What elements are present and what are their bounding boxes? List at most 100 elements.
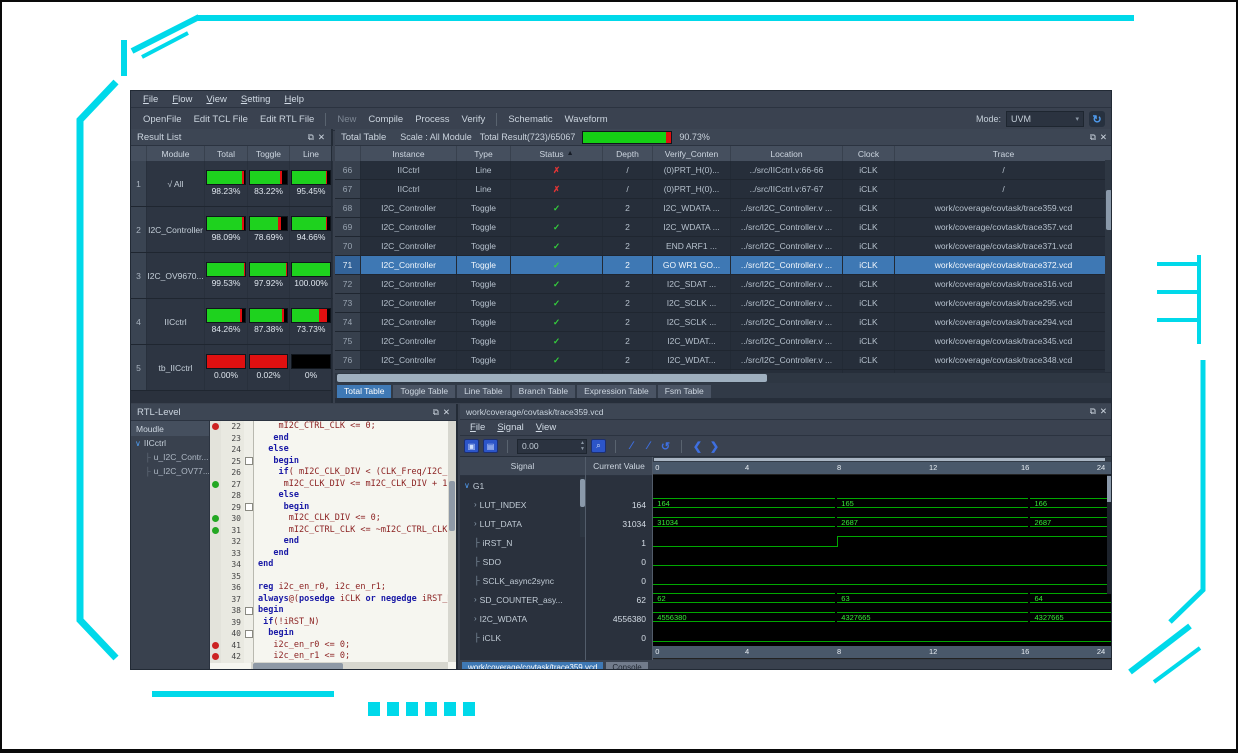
zoom-out-icon[interactable]: ∕ (642, 440, 655, 452)
toolbar-button-verify[interactable]: Verify (456, 112, 492, 127)
table-row[interactable]: 5tb_IICctrl0.00%0.02%0% (131, 345, 331, 391)
table-row[interactable]: 67IICctrlLine✗/(0)PRT_H(0)...../src/IICc… (335, 180, 1112, 199)
wave-menu-item-signal[interactable]: Signal (491, 422, 529, 433)
signal-row[interactable]: ├iCLK (460, 628, 585, 647)
wave-hscrollbar-bottom[interactable] (653, 659, 1112, 660)
close-icon[interactable]: ✕ (1100, 132, 1107, 143)
menu-item-file[interactable]: File (137, 94, 164, 105)
table-row[interactable]: 75I2C_ControllerToggle✓2I2C_WDAT...../sr… (335, 332, 1112, 351)
column-header-type[interactable]: Type (457, 146, 511, 161)
toolbar-button-edit-rtl-file[interactable]: Edit RTL File (254, 112, 320, 127)
result-col-module[interactable]: Module (147, 146, 205, 161)
column-header-status[interactable]: Status▲ (511, 146, 603, 161)
toolbar-button-compile[interactable]: Compile (362, 112, 409, 127)
fold-icon[interactable] (245, 503, 253, 511)
wave-tab-console[interactable]: Console (606, 662, 647, 670)
float-icon[interactable]: ⧉ (1090, 132, 1096, 143)
result-col-toggle[interactable]: Toggle (248, 146, 290, 161)
menu-item-view[interactable]: View (200, 94, 232, 105)
cursor-time-spinner[interactable]: 0.00 ▲▼ (517, 439, 587, 454)
table-row[interactable]: 4IICctrl84.26%87.38%73.73% (131, 299, 331, 345)
float-icon[interactable]: ⧉ (308, 132, 314, 143)
table-row[interactable]: 3I2C_OV9670...99.53%97.92%100.00% (131, 253, 331, 299)
column-header-clock[interactable]: Clock (843, 146, 895, 161)
table-row[interactable]: 72I2C_ControllerToggle✓2I2C_SDAT ...../s… (335, 275, 1112, 294)
toolbar-button-openfile[interactable]: OpenFile (137, 112, 188, 127)
expand-icon[interactable]: › (474, 500, 477, 509)
toolbar-button-new[interactable]: New (331, 112, 362, 127)
save-icon[interactable]: ▤ (483, 439, 498, 453)
menu-item-flow[interactable]: Flow (166, 94, 198, 105)
fold-icon[interactable] (245, 457, 253, 465)
wave-vscrollbar[interactable] (1107, 474, 1112, 594)
float-icon[interactable]: ⧉ (433, 407, 439, 418)
expand-icon[interactable]: › (474, 595, 477, 604)
fold-icon[interactable] (245, 630, 253, 638)
code-hscrollbar[interactable] (251, 662, 448, 670)
menu-item-setting[interactable]: Setting (235, 94, 277, 105)
tab-line-table[interactable]: Line Table (457, 385, 510, 398)
signal-row[interactable]: ›SD_COUNTER_asy... (460, 590, 585, 609)
tree-item-iicctrl[interactable]: ∨IICctrl (131, 436, 209, 450)
total-table-vscrollbar[interactable] (1105, 160, 1112, 372)
tree-item-ui2cov77[interactable]: ├u_I2C_OV77... (131, 464, 209, 478)
code-vscrollbar[interactable] (448, 421, 456, 662)
table-row[interactable]: 1√ All98.23%83.22%95.45% (131, 161, 331, 207)
column-header-location[interactable]: Location (731, 146, 843, 161)
close-icon[interactable]: ✕ (318, 132, 325, 143)
signal-row[interactable]: ├SCLK_async2sync (460, 571, 585, 590)
signal-row[interactable]: ›LUT_DATA (460, 514, 585, 533)
float-icon[interactable]: ⧉ (1090, 406, 1096, 417)
expand-icon[interactable]: › (474, 614, 477, 623)
expand-icon[interactable]: ∨ (135, 439, 141, 448)
total-table-hscrollbar[interactable] (335, 373, 1112, 383)
table-row[interactable]: 66IICctrlLine✗/(0)PRT_H(0)...../src/IICc… (335, 161, 1112, 180)
column-header-instance[interactable]: Instance (361, 146, 457, 161)
signal-row[interactable]: ›LUT_INDEX (460, 495, 585, 514)
column-header-trace[interactable]: Trace (895, 146, 1112, 161)
toolbar-button-process[interactable]: Process (409, 112, 455, 127)
prev-edge-icon[interactable]: ❮ (691, 440, 704, 452)
menu-item-help[interactable]: Help (278, 94, 310, 105)
toolbar-button-schematic[interactable]: Schematic (502, 112, 558, 127)
tab-expression-table[interactable]: Expression Table (577, 385, 656, 398)
signal-row[interactable]: ∨G1 (460, 476, 585, 495)
table-row[interactable]: 76I2C_ControllerToggle✓2I2C_WDAT...../sr… (335, 351, 1112, 370)
wave-menu-item-file[interactable]: File (464, 422, 491, 433)
tab-branch-table[interactable]: Branch Table (512, 385, 575, 398)
toolbar-button-waveform[interactable]: Waveform (559, 112, 614, 127)
open-icon[interactable]: ▣ (464, 439, 479, 453)
zoom-fit-icon[interactable]: ↺ (659, 440, 672, 452)
close-icon[interactable]: ✕ (1100, 406, 1107, 417)
tab-fsm-table[interactable]: Fsm Table (658, 385, 711, 398)
mode-select[interactable]: UVM ▾ (1006, 111, 1084, 127)
wave-tab-vcd[interactable]: work/coverage/covtask/trace359.vcd (462, 662, 603, 670)
signal-row[interactable]: ├SDO (460, 552, 585, 571)
table-row[interactable]: 74I2C_ControllerToggle✓2I2C_SCLK ...../s… (335, 313, 1112, 332)
tree-item-ui2ccontr[interactable]: ├u_I2C_Contr... (131, 450, 209, 464)
expand-icon[interactable]: ∨ (464, 481, 470, 490)
signal-vscrollbar[interactable] (580, 477, 585, 537)
wave-canvas[interactable]: 048121624 164165166310342687268762636445… (653, 457, 1112, 660)
toolbar-button-edit-tcl-file[interactable]: Edit TCL File (188, 112, 254, 127)
close-icon[interactable]: ✕ (443, 407, 450, 418)
fold-icon[interactable] (245, 607, 253, 615)
column-header-verify_conten[interactable]: Verify_Conten (653, 146, 731, 161)
table-row[interactable]: 70I2C_ControllerToggle✓2END ARF1 ...../s… (335, 237, 1112, 256)
result-col-line[interactable]: Line (290, 146, 333, 161)
signal-row[interactable]: ›I2C_WDATA (460, 609, 585, 628)
column-header-depth[interactable]: Depth (603, 146, 653, 161)
wave-menu-item-view[interactable]: View (530, 422, 562, 433)
search-icon[interactable]: ⌕ (591, 439, 606, 453)
expand-icon[interactable]: › (474, 519, 477, 528)
table-row[interactable]: 68I2C_ControllerToggle✓2I2C_WDATA ...../… (335, 199, 1112, 218)
zoom-in-icon[interactable]: ∕ (625, 440, 638, 452)
table-row[interactable]: 71I2C_ControllerToggle✓2GO WR1 GO...../s… (335, 256, 1112, 275)
result-col-total[interactable]: Total (205, 146, 248, 161)
refresh-icon[interactable]: ↻ (1089, 111, 1105, 127)
tab-total-table[interactable]: Total Table (337, 385, 391, 398)
table-row[interactable]: 69I2C_ControllerToggle✓2I2C_WDATA ...../… (335, 218, 1112, 237)
table-row[interactable]: 2I2C_Controller98.09%78.69%94.66% (131, 207, 331, 253)
column-header-num[interactable] (335, 146, 361, 161)
signal-row[interactable]: ├iRST_N (460, 533, 585, 552)
